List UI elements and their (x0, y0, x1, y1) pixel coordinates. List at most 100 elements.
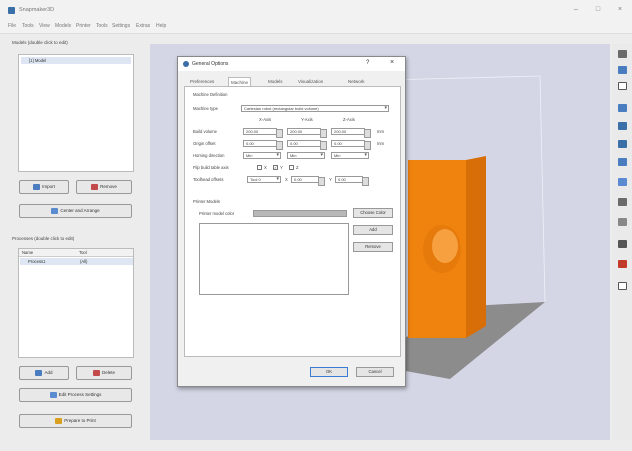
build-volume-label: Build volume (193, 129, 217, 134)
tab-preferences[interactable]: Preferences (188, 77, 216, 86)
view-icon[interactable] (618, 66, 627, 74)
homing-x-select[interactable]: Min (243, 152, 281, 159)
menu-item[interactable]: Extras (136, 23, 150, 29)
printer-model-color-label: Printer model color (199, 211, 235, 216)
app-icon (8, 7, 15, 14)
flip-y-checkbox[interactable]: ✓ (273, 165, 278, 170)
add-process-button[interactable]: Add (19, 366, 69, 380)
left-panel: Models (double click to edit) [1] Model … (10, 36, 150, 436)
cancel-button[interactable]: Cancel (356, 367, 394, 377)
menu-item[interactable]: View (39, 23, 50, 29)
y-prefix: Y (329, 177, 332, 182)
delete-icon (92, 369, 100, 376)
dialog-title: General Options (192, 61, 229, 67)
menu-item[interactable]: Printer (76, 23, 91, 29)
unit-label: mm (377, 141, 384, 146)
settings-icon (49, 391, 57, 398)
menu-item[interactable]: Help (156, 23, 166, 29)
support-icon[interactable] (618, 240, 627, 248)
cut-icon[interactable] (618, 218, 627, 226)
menu-item[interactable]: Models (55, 23, 71, 29)
homing-direction-label: Homing direction (193, 153, 225, 158)
menu-bar: File Tools View Models Printer Tools Set… (0, 20, 632, 34)
repair-icon[interactable] (618, 260, 627, 268)
origin-offset-z[interactable]: 0.00 (331, 140, 371, 150)
x-prefix: X (285, 177, 288, 182)
build-volume-edge (539, 75, 546, 303)
maximize-button[interactable]: □ (590, 5, 606, 15)
toolhead-x-offset[interactable]: 0.00 (291, 176, 325, 186)
close-dialog-button[interactable]: × (390, 59, 394, 66)
arrange-icon (51, 207, 59, 214)
build-volume-x[interactable]: 200.00 (243, 128, 283, 138)
toolhead-y-offset[interactable]: 0.00 (335, 176, 369, 186)
models-list[interactable]: [1] Model (18, 54, 134, 172)
build-volume-y[interactable]: 200.00 (287, 128, 327, 138)
title-bar: Snapmaker3D – □ × (0, 0, 632, 20)
view-top-icon[interactable] (618, 140, 627, 148)
origin-offset-x[interactable]: 0.00 (243, 140, 283, 150)
column-tool: Tool (79, 250, 87, 255)
minimize-button[interactable]: – (568, 5, 584, 15)
x-axis-label: X-Axis (259, 117, 272, 122)
view-side-icon[interactable] (618, 122, 627, 130)
processes-table[interactable]: Name Tool Process1 (All) (18, 248, 134, 358)
help-button[interactable]: ? (366, 60, 369, 66)
prepare-to-print-button[interactable]: Prepare to Print (19, 414, 132, 428)
tab-visualization[interactable]: Visualization (296, 77, 325, 86)
scale-icon[interactable] (618, 178, 627, 186)
edit-process-settings-button[interactable]: Edit Process Settings (19, 388, 132, 402)
move-icon[interactable] (618, 50, 627, 58)
flip-z-checkbox[interactable] (289, 165, 294, 170)
dialog-title-bar: General Options ? × (178, 57, 405, 71)
rotate-icon[interactable] (618, 82, 627, 90)
machine-type-select[interactable]: Cartesian robot (rectangular build volum… (241, 105, 389, 112)
print-icon (55, 417, 63, 424)
model-side (466, 156, 486, 338)
column-name: Name (22, 250, 34, 255)
origin-offset-label: Origin offset (193, 141, 216, 146)
ok-button[interactable]: OK (310, 367, 348, 377)
z-axis-label: Z-Axis (343, 117, 355, 122)
close-window-button[interactable]: × (612, 5, 628, 15)
process-tool: (All) (80, 259, 88, 264)
homing-y-select[interactable]: Min (287, 152, 325, 159)
flip-x-label: X (264, 165, 267, 170)
processes-label: Processes (double click to edit) (12, 236, 75, 241)
add-icon (35, 369, 43, 376)
import-icon (33, 183, 41, 190)
homing-z-select[interactable]: Min (331, 152, 369, 159)
flip-z-label: Z (296, 165, 299, 170)
choose-color-button[interactable]: Choose Color (353, 208, 393, 218)
tab-network[interactable]: Network (346, 77, 367, 86)
build-volume-z[interactable]: 200.00 (331, 128, 371, 138)
general-options-dialog: General Options ? × Preferences Machine … (177, 56, 406, 387)
y-axis-label: Y-Axis (301, 117, 313, 122)
list-item[interactable]: [1] Model (21, 57, 131, 64)
printer-models-list[interactable] (199, 223, 349, 295)
menu-item[interactable]: File (8, 23, 16, 29)
view-front-icon[interactable] (618, 104, 627, 112)
menu-item[interactable]: Tools (96, 23, 108, 29)
settings-icon[interactable] (618, 282, 627, 290)
remove-button[interactable]: Remove (76, 180, 132, 194)
origin-offset-y[interactable]: 0.00 (287, 140, 327, 150)
process-name: Process1 (28, 259, 46, 264)
model-hole-inner (432, 229, 458, 263)
menu-item[interactable]: Tools (22, 23, 34, 29)
remove-model-button[interactable]: Remove (353, 242, 393, 252)
delete-process-button[interactable]: Delete (76, 366, 132, 380)
add-model-button[interactable]: Add (353, 225, 393, 235)
import-button[interactable]: Import (19, 180, 69, 194)
tab-models[interactable]: Models (266, 77, 285, 86)
flip-x-checkbox[interactable] (257, 165, 262, 170)
center-arrange-button[interactable]: Center and Arrange (19, 204, 132, 218)
view-iso-icon[interactable] (618, 158, 627, 166)
toolhead-select[interactable]: Tool 0 (247, 176, 281, 183)
machine-definition-heading: Machine Definition (193, 92, 228, 97)
table-row[interactable]: Process1 (All) (20, 258, 133, 265)
menu-item[interactable]: Settings (112, 23, 130, 29)
measure-icon[interactable] (618, 198, 627, 206)
flip-y-label: Y (280, 165, 283, 170)
tab-machine[interactable]: Machine (228, 77, 252, 86)
